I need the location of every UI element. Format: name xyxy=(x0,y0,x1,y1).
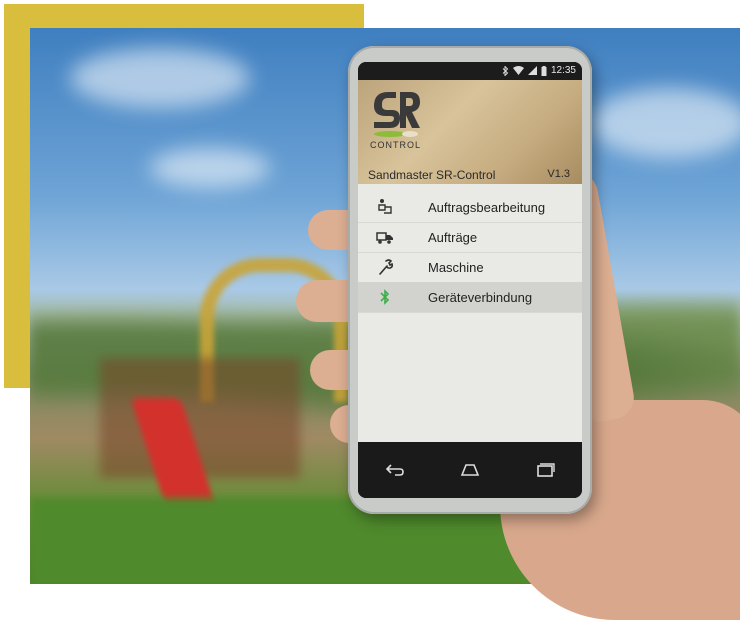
menu-item-auftraege[interactable]: Aufträge xyxy=(358,222,582,253)
menu-label-auftraege: Aufträge xyxy=(428,229,478,245)
app-header: CONTROL Sandmaster SR-Control V1.3 xyxy=(358,80,582,184)
app-title: Sandmaster SR-Control xyxy=(368,168,496,182)
home-icon xyxy=(460,464,480,476)
app-version: V1.3 xyxy=(547,168,570,180)
logo-subtext: CONTROL xyxy=(370,140,422,150)
menu-item-auftragsbearbeitung[interactable]: Auftragsbearbeitung xyxy=(358,192,582,223)
back-button[interactable] xyxy=(380,455,410,485)
menu-label-auftragsbearbeitung: Auftragsbearbeitung xyxy=(428,199,546,215)
signal-icon xyxy=(527,66,537,75)
wifi-icon xyxy=(512,66,524,75)
phone-screen: 12:35 CONTROL Sandmaster SR-Control V1.3… xyxy=(358,62,582,498)
menu-label-maschine: Maschine xyxy=(428,259,484,275)
bluetooth-icon xyxy=(502,65,509,76)
wrench-icon xyxy=(379,259,394,275)
menu-item-geraeteverbindung[interactable]: Geräteverbindung xyxy=(358,282,582,313)
truck-icon xyxy=(376,232,393,244)
recent-apps-icon xyxy=(536,463,555,477)
battery-icon xyxy=(541,65,547,76)
recent-apps-button[interactable] xyxy=(530,455,560,485)
bluetooth-icon xyxy=(380,289,390,305)
status-time: 12:35 xyxy=(550,65,576,76)
smartphone: 12:35 CONTROL Sandmaster SR-Control V1.3… xyxy=(348,46,592,514)
android-navbar xyxy=(358,442,582,498)
worker-desk-icon xyxy=(378,199,392,214)
back-icon xyxy=(386,464,405,476)
menu-label-geraeteverbindung: Geräteverbindung xyxy=(428,289,533,305)
sr-control-logo xyxy=(374,92,420,137)
home-button[interactable] xyxy=(455,455,485,485)
status-bar: 12:35 xyxy=(358,62,582,80)
menu-item-maschine[interactable]: Maschine xyxy=(358,252,582,283)
main-menu: Auftragsbearbeitung Aufträge Maschine Ge… xyxy=(358,184,582,442)
